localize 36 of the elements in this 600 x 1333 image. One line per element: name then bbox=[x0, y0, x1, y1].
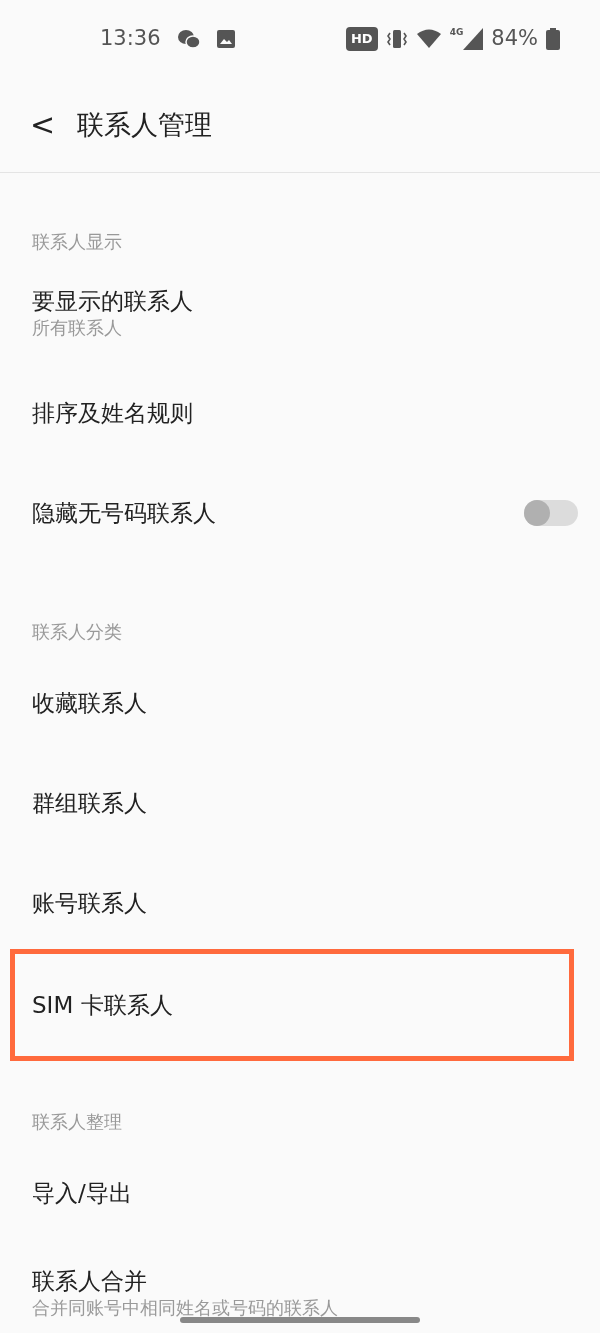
item-title: 账号联系人 bbox=[32, 888, 147, 918]
network-label: 4G bbox=[449, 28, 464, 37]
item-title: 联系人合并 bbox=[32, 1266, 148, 1296]
settings-item[interactable]: 账号联系人 bbox=[0, 853, 600, 953]
item-title: 排序及姓名规则 bbox=[32, 398, 193, 428]
signal-icon bbox=[463, 28, 484, 50]
item-title: SIM 卡联系人 bbox=[32, 990, 173, 1020]
settings-item[interactable]: SIM 卡联系人 bbox=[15, 954, 569, 1056]
settings-item[interactable]: 群组联系人 bbox=[0, 753, 600, 853]
clock: 13:36 bbox=[100, 25, 161, 53]
settings-item[interactable]: 联系人合并 合并同账号中相同姓名或号码的联系人 bbox=[0, 1243, 600, 1333]
section-header: 联系人分类 bbox=[32, 620, 122, 644]
section-header: 联系人显示 bbox=[32, 230, 122, 254]
image-icon bbox=[216, 30, 235, 48]
item-title: 收藏联系人 bbox=[32, 688, 147, 718]
settings-item[interactable]: 隐藏无号码联系人 bbox=[0, 463, 600, 563]
page-title: 联系人管理 bbox=[77, 107, 213, 142]
item-subtitle: 合并同账号中相同姓名或号码的联系人 bbox=[32, 1295, 338, 1320]
item-title: 群组联系人 bbox=[32, 788, 147, 818]
item-title: 导入/导出 bbox=[32, 1178, 132, 1208]
settings-item[interactable]: 排序及姓名规则 bbox=[0, 363, 600, 463]
toggle-switch[interactable] bbox=[524, 500, 578, 526]
hd-badge: HD bbox=[346, 27, 378, 51]
settings-item[interactable]: 收藏联系人 bbox=[0, 653, 600, 753]
back-button[interactable]: < bbox=[30, 110, 68, 140]
battery-icon bbox=[546, 28, 560, 50]
settings-item[interactable]: 要显示的联系人 所有联系人 bbox=[0, 263, 600, 363]
section-header: 联系人整理 bbox=[32, 1110, 122, 1134]
chat-icon bbox=[176, 29, 201, 49]
battery-percent: 84% bbox=[491, 25, 538, 53]
item-title: 要显示的联系人 bbox=[32, 286, 193, 316]
item-title: 隐藏无号码联系人 bbox=[32, 498, 216, 528]
wifi-icon bbox=[415, 29, 442, 49]
settings-item[interactable]: 导入/导出 bbox=[0, 1143, 600, 1243]
item-subtitle: 所有联系人 bbox=[32, 315, 123, 340]
vibrate-icon bbox=[385, 28, 408, 50]
